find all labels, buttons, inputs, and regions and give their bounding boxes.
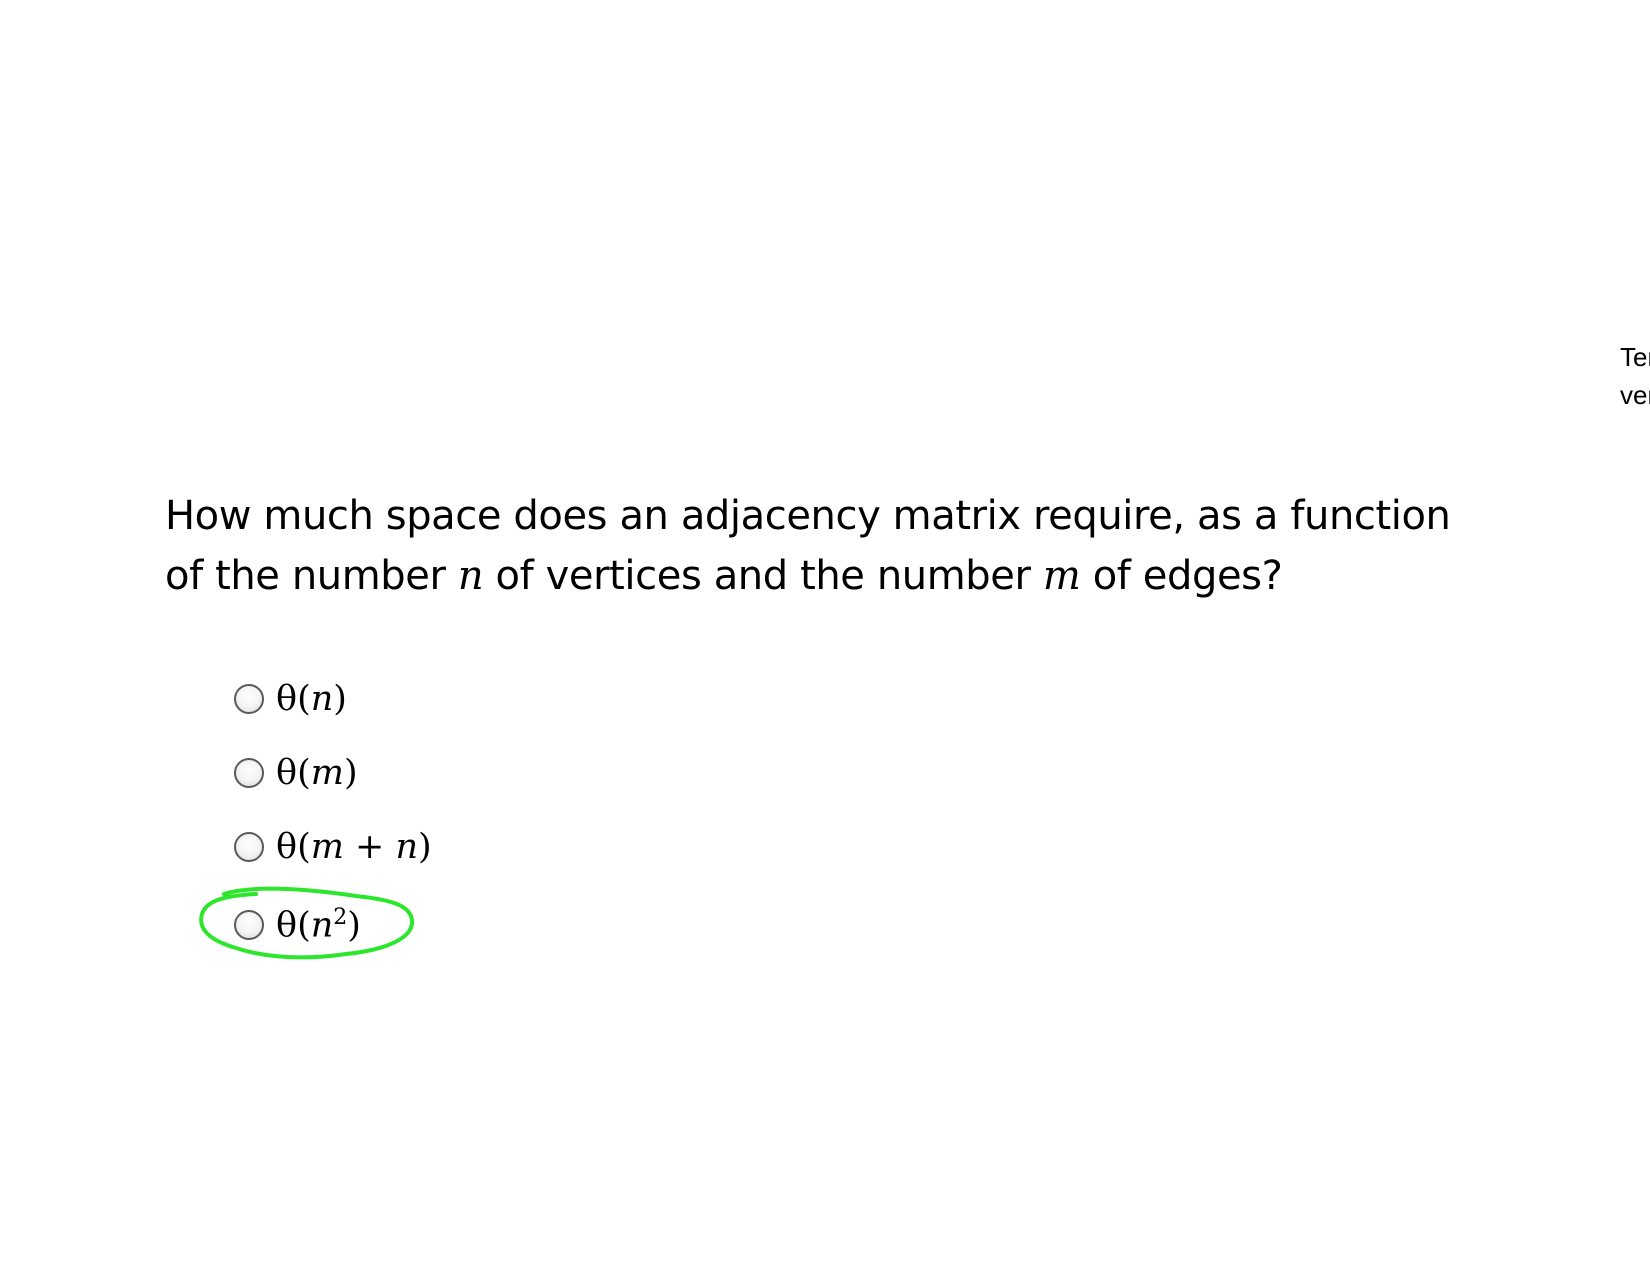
- option-arg: n: [310, 679, 334, 719]
- question-text: How much space does an adjacency matrix …: [165, 486, 1585, 606]
- option-close: ): [418, 827, 432, 867]
- answer-options: θ(n) θ(m) θ(m + n) θ(n2): [234, 676, 834, 976]
- option-label: θ(n): [276, 679, 347, 719]
- radio-button[interactable]: [234, 832, 264, 862]
- option-exponent: 2: [333, 904, 348, 930]
- option-func: θ(: [276, 827, 311, 867]
- option-theta-m-plus-n[interactable]: θ(m + n): [234, 824, 432, 870]
- option-func: θ(: [276, 679, 311, 719]
- side-note-line-2: ver: [1620, 380, 1650, 410]
- option-arg: m: [310, 753, 344, 793]
- radio-button[interactable]: [234, 684, 264, 714]
- option-theta-m[interactable]: θ(m): [234, 750, 358, 796]
- option-label: θ(n2): [276, 905, 361, 946]
- option-func: θ(: [276, 905, 311, 946]
- option-theta-n-squared[interactable]: θ(n2): [234, 902, 361, 948]
- option-close: ): [347, 905, 361, 946]
- variable-n: n: [457, 553, 484, 599]
- question-line-1: How much space does an adjacency matrix …: [165, 486, 1585, 546]
- radio-button[interactable]: [234, 758, 264, 788]
- option-arg: n: [310, 905, 334, 946]
- radio-button[interactable]: [234, 910, 264, 940]
- variable-m: m: [1042, 553, 1081, 599]
- option-label: θ(m): [276, 753, 358, 793]
- option-close: ): [333, 679, 347, 719]
- option-arg: m + n: [310, 827, 419, 867]
- option-theta-n[interactable]: θ(n): [234, 676, 347, 722]
- option-label: θ(m + n): [276, 827, 432, 867]
- question-text-segment: of edges?: [1080, 553, 1283, 599]
- option-func: θ(: [276, 753, 311, 793]
- option-close: ): [343, 753, 358, 793]
- question-line-2: of the number n of vertices and the numb…: [165, 546, 1585, 606]
- side-note-line-1: Ter: [1620, 342, 1650, 372]
- question-line-1-text: How much space does an adjacency matrix …: [165, 493, 1451, 539]
- question-text-segment: of the number: [165, 553, 458, 599]
- side-note-text: Ter ver: [1620, 338, 1650, 414]
- question-text-segment: of vertices and the number: [483, 553, 1043, 599]
